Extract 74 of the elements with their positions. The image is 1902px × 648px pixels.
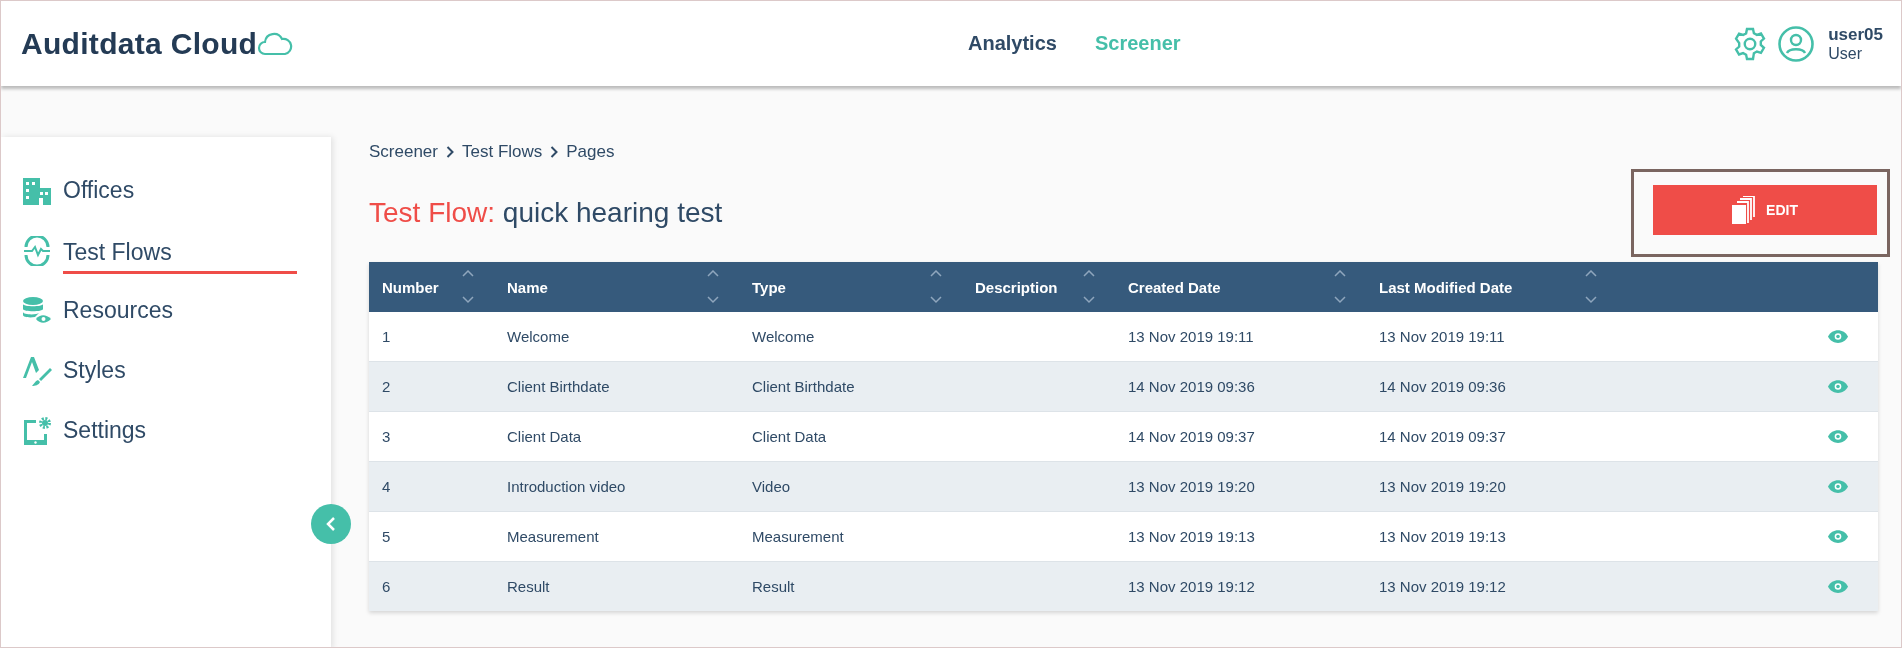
table-cell: Client Data — [507, 428, 582, 445]
table-cell: Welcome — [507, 328, 570, 345]
table-cell: 5 — [382, 528, 391, 545]
sort-icon — [1585, 270, 1597, 304]
table-cell: 13 Nov 2019 19:12 — [1128, 578, 1255, 595]
breadcrumb-link[interactable]: Screener — [369, 142, 438, 162]
user-avatar-icon[interactable] — [1778, 25, 1815, 62]
table-cell: 6 — [382, 578, 391, 595]
column-header[interactable]: Created Date — [1115, 262, 1366, 312]
table-cell: 14 Nov 2019 09:36 — [1379, 378, 1506, 395]
table-cell: Client Birthdate — [752, 378, 855, 395]
table-cell: Measurement — [752, 528, 844, 545]
sidebar-item[interactable]: Test Flows — [63, 238, 297, 274]
sort-icon — [1334, 270, 1346, 304]
table-cell: 3 — [382, 428, 391, 445]
breadcrumb-link[interactable]: Test Flows — [462, 142, 543, 162]
building-icon — [22, 176, 52, 206]
view-eye-icon[interactable] — [1828, 580, 1848, 593]
table-cell: Client Data — [752, 428, 827, 445]
table-cell: 13 Nov 2019 19:13 — [1128, 528, 1255, 545]
pulse-circle-icon — [22, 236, 52, 266]
table-cell: Welcome — [752, 328, 815, 345]
user-role: User — [1828, 44, 1863, 63]
table-cell: Introduction video — [507, 478, 626, 495]
table-cell: Measurement — [507, 528, 599, 545]
table-cell: Result — [752, 578, 795, 595]
table-cell: 4 — [382, 478, 391, 495]
user-name: user05 — [1828, 24, 1883, 45]
view-eye-icon[interactable] — [1828, 530, 1848, 543]
table-cell: 14 Nov 2019 09:36 — [1128, 378, 1255, 395]
collapse-button[interactable] — [311, 504, 351, 544]
table-cell: 13 Nov 2019 19:20 — [1128, 478, 1255, 495]
chevron-right-icon — [550, 146, 559, 158]
table-cell: Result — [507, 578, 550, 595]
table-cell: 13 Nov 2019 19:11 — [1379, 328, 1505, 345]
table-cell: Client Birthdate — [507, 378, 610, 395]
column-header[interactable]: Last Modified Date — [1366, 262, 1617, 312]
chevron-right-icon — [446, 146, 454, 158]
sidebar-item[interactable]: Styles — [63, 356, 126, 386]
nav-tab[interactable]: Analytics — [968, 28, 1057, 59]
column-header[interactable]: Name — [494, 262, 739, 312]
sidebar-item[interactable]: Settings — [63, 416, 147, 446]
table-cell: 13 Nov 2019 19:12 — [1379, 578, 1506, 595]
table-cell: 1 — [382, 328, 391, 345]
edit-button[interactable]: EDIT — [1653, 185, 1877, 235]
sidebar-item[interactable]: Resources — [63, 296, 173, 326]
app-logo: Auditdata Cloud — [21, 26, 258, 61]
table-cell: 2 — [382, 378, 391, 395]
sort-icon — [462, 270, 474, 304]
column-header[interactable]: Type — [739, 262, 962, 312]
sort-icon — [707, 270, 719, 304]
view-eye-icon[interactable] — [1828, 380, 1848, 393]
sort-icon — [930, 270, 942, 304]
page-title: Test Flow: quick hearing test — [369, 197, 723, 229]
copy-pages-icon — [1732, 196, 1757, 224]
view-eye-icon[interactable] — [1828, 430, 1848, 443]
table-cell: 13 Nov 2019 19:13 — [1379, 528, 1506, 545]
sort-icon — [1083, 270, 1095, 304]
table-cell: 14 Nov 2019 09:37 — [1379, 428, 1506, 445]
column-header[interactable]: Description — [962, 262, 1115, 312]
letter-brush-icon — [22, 356, 52, 386]
cloud-icon — [257, 31, 294, 56]
sidebar-item[interactable]: Offices — [63, 176, 135, 206]
breadcrumb-link[interactable]: Pages — [566, 142, 615, 162]
database-eye-icon — [22, 296, 52, 326]
column-header[interactable]: Number — [369, 262, 494, 312]
chevron-left-icon — [326, 516, 336, 532]
view-eye-icon[interactable] — [1828, 330, 1848, 343]
table-cell: 14 Nov 2019 09:37 — [1128, 428, 1255, 445]
view-eye-icon[interactable] — [1828, 480, 1848, 493]
table-cell: 13 Nov 2019 19:11 — [1128, 328, 1254, 345]
table-cell: 13 Nov 2019 19:20 — [1379, 478, 1506, 495]
table-cell: Video — [752, 478, 791, 495]
tablet-gear-icon — [22, 416, 52, 446]
